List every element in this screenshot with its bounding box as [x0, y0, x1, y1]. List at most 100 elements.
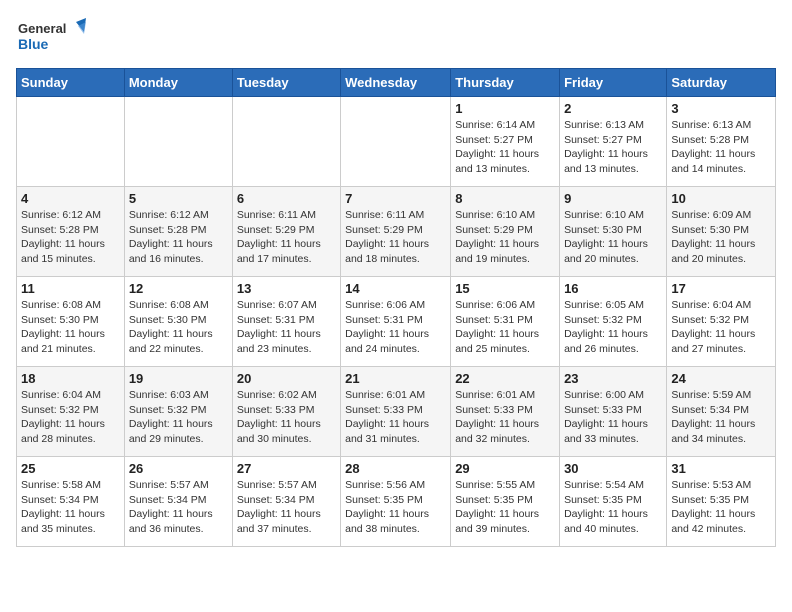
calendar-cell: 16 Sunrise: 6:05 AM Sunset: 5:32 PM Dayli… [560, 277, 667, 367]
calendar-cell [124, 97, 232, 187]
day-info: Sunrise: 5:58 AM Sunset: 5:34 PM Dayligh… [21, 478, 120, 537]
calendar-cell: 6 Sunrise: 6:11 AM Sunset: 5:29 PM Daylig… [232, 187, 340, 277]
day-number: 13 [237, 281, 336, 296]
calendar-cell: 27Sunrise: 5:57 AM Sunset: 5:34 PM Dayli… [232, 457, 340, 547]
calendar-cell: 18 Sunrise: 6:04 AM Sunset: 5:32 PM Dayli… [17, 367, 125, 457]
day-number: 10 [671, 191, 771, 206]
calendar-cell: 30 Sunrise: 5:54 AM Sunset: 5:35 PM Dayli… [560, 457, 667, 547]
day-number: 17 [671, 281, 771, 296]
logo-svg: General Blue [16, 16, 86, 60]
day-info: Sunrise: 6:06 AM Sunset: 5:31 PM Dayligh… [455, 298, 555, 357]
weekday-header-row: SundayMondayTuesdayWednesdayThursdayFrid… [17, 69, 776, 97]
day-number: 7 [345, 191, 446, 206]
day-info: Sunrise: 6:12 AM Sunset: 5:28 PM Dayligh… [21, 208, 120, 267]
calendar-cell: 17 Sunrise: 6:04 AM Sunset: 5:32 PM Dayli… [667, 277, 776, 367]
day-number: 31 [671, 461, 771, 476]
day-number: 1 [455, 101, 555, 116]
day-number: 24 [671, 371, 771, 386]
weekday-header-tuesday: Tuesday [232, 69, 340, 97]
calendar-cell: 9 Sunrise: 6:10 AM Sunset: 5:30 PM Daylig… [560, 187, 667, 277]
weekday-header-monday: Monday [124, 69, 232, 97]
day-number: 21 [345, 371, 446, 386]
day-number: 6 [237, 191, 336, 206]
day-number: 26 [129, 461, 228, 476]
calendar-table: SundayMondayTuesdayWednesdayThursdayFrid… [16, 68, 776, 547]
day-info: Sunrise: 6:13 AM Sunset: 5:28 PM Dayligh… [671, 118, 771, 177]
day-number: 16 [564, 281, 662, 296]
day-number: 18 [21, 371, 120, 386]
calendar-cell: 1 Sunrise: 6:14 AM Sunset: 5:27 PM Daylig… [451, 97, 560, 187]
calendar-cell: 20Sunrise: 6:02 AM Sunset: 5:33 PM Dayli… [232, 367, 340, 457]
day-number: 28 [345, 461, 446, 476]
day-number: 29 [455, 461, 555, 476]
day-number: 19 [129, 371, 228, 386]
calendar-cell: 25 Sunrise: 5:58 AM Sunset: 5:34 PM Dayli… [17, 457, 125, 547]
page-header: General Blue [16, 16, 776, 60]
calendar-cell [232, 97, 340, 187]
calendar-cell: 4 Sunrise: 6:12 AM Sunset: 5:28 PM Daylig… [17, 187, 125, 277]
day-info: Sunrise: 5:59 AM Sunset: 5:34 PM Dayligh… [671, 388, 771, 447]
calendar-cell: 26 Sunrise: 5:57 AM Sunset: 5:34 PM Dayli… [124, 457, 232, 547]
day-info: Sunrise: 5:56 AM Sunset: 5:35 PM Dayligh… [345, 478, 446, 537]
calendar-week-row: 18 Sunrise: 6:04 AM Sunset: 5:32 PM Dayli… [17, 367, 776, 457]
calendar-cell: 23Sunrise: 6:00 AM Sunset: 5:33 PM Dayli… [560, 367, 667, 457]
calendar-cell: 13Sunrise: 6:07 AM Sunset: 5:31 PM Dayli… [232, 277, 340, 367]
calendar-cell: 8 Sunrise: 6:10 AM Sunset: 5:29 PM Daylig… [451, 187, 560, 277]
day-info: Sunrise: 6:08 AM Sunset: 5:30 PM Dayligh… [129, 298, 228, 357]
day-info: Sunrise: 6:13 AM Sunset: 5:27 PM Dayligh… [564, 118, 662, 177]
day-number: 9 [564, 191, 662, 206]
day-number: 20 [237, 371, 336, 386]
day-info: Sunrise: 6:14 AM Sunset: 5:27 PM Dayligh… [455, 118, 555, 177]
day-info: Sunrise: 6:08 AM Sunset: 5:30 PM Dayligh… [21, 298, 120, 357]
day-info: Sunrise: 6:09 AM Sunset: 5:30 PM Dayligh… [671, 208, 771, 267]
day-info: Sunrise: 6:12 AM Sunset: 5:28 PM Dayligh… [129, 208, 228, 267]
weekday-header-saturday: Saturday [667, 69, 776, 97]
logo: General Blue [16, 16, 86, 60]
day-info: Sunrise: 6:04 AM Sunset: 5:32 PM Dayligh… [671, 298, 771, 357]
calendar-cell: 2 Sunrise: 6:13 AM Sunset: 5:27 PM Daylig… [560, 97, 667, 187]
day-number: 30 [564, 461, 662, 476]
calendar-cell: 28 Sunrise: 5:56 AM Sunset: 5:35 PM Dayli… [341, 457, 451, 547]
svg-text:General: General [18, 21, 66, 36]
calendar-cell: 19 Sunrise: 6:03 AM Sunset: 5:32 PM Dayli… [124, 367, 232, 457]
day-info: Sunrise: 5:53 AM Sunset: 5:35 PM Dayligh… [671, 478, 771, 537]
calendar-cell: 3 Sunrise: 6:13 AM Sunset: 5:28 PM Daylig… [667, 97, 776, 187]
calendar-week-row: 25 Sunrise: 5:58 AM Sunset: 5:34 PM Dayli… [17, 457, 776, 547]
weekday-header-wednesday: Wednesday [341, 69, 451, 97]
day-info: Sunrise: 6:05 AM Sunset: 5:32 PM Dayligh… [564, 298, 662, 357]
day-number: 2 [564, 101, 662, 116]
calendar-cell [17, 97, 125, 187]
day-info: Sunrise: 6:11 AM Sunset: 5:29 PM Dayligh… [237, 208, 336, 267]
day-number: 3 [671, 101, 771, 116]
day-number: 8 [455, 191, 555, 206]
day-info: Sunrise: 6:01 AM Sunset: 5:33 PM Dayligh… [345, 388, 446, 447]
day-number: 12 [129, 281, 228, 296]
calendar-week-row: 4 Sunrise: 6:12 AM Sunset: 5:28 PM Daylig… [17, 187, 776, 277]
day-info: Sunrise: 6:00 AM Sunset: 5:33 PM Dayligh… [564, 388, 662, 447]
calendar-cell: 29Sunrise: 5:55 AM Sunset: 5:35 PM Dayli… [451, 457, 560, 547]
calendar-cell: 12 Sunrise: 6:08 AM Sunset: 5:30 PM Dayli… [124, 277, 232, 367]
calendar-cell: 11Sunrise: 6:08 AM Sunset: 5:30 PM Dayli… [17, 277, 125, 367]
calendar-cell: 14 Sunrise: 6:06 AM Sunset: 5:31 PM Dayli… [341, 277, 451, 367]
svg-text:Blue: Blue [18, 36, 49, 52]
day-number: 25 [21, 461, 120, 476]
calendar-cell: 15 Sunrise: 6:06 AM Sunset: 5:31 PM Dayli… [451, 277, 560, 367]
day-number: 27 [237, 461, 336, 476]
weekday-header-sunday: Sunday [17, 69, 125, 97]
calendar-cell: 5Sunrise: 6:12 AM Sunset: 5:28 PM Daylig… [124, 187, 232, 277]
day-info: Sunrise: 6:11 AM Sunset: 5:29 PM Dayligh… [345, 208, 446, 267]
day-info: Sunrise: 5:57 AM Sunset: 5:34 PM Dayligh… [129, 478, 228, 537]
calendar-cell: 7 Sunrise: 6:11 AM Sunset: 5:29 PM Daylig… [341, 187, 451, 277]
calendar-cell: 21 Sunrise: 6:01 AM Sunset: 5:33 PM Dayli… [341, 367, 451, 457]
day-info: Sunrise: 5:54 AM Sunset: 5:35 PM Dayligh… [564, 478, 662, 537]
calendar-cell [341, 97, 451, 187]
day-number: 14 [345, 281, 446, 296]
day-info: Sunrise: 6:04 AM Sunset: 5:32 PM Dayligh… [21, 388, 120, 447]
day-info: Sunrise: 6:10 AM Sunset: 5:29 PM Dayligh… [455, 208, 555, 267]
day-info: Sunrise: 6:06 AM Sunset: 5:31 PM Dayligh… [345, 298, 446, 357]
day-number: 15 [455, 281, 555, 296]
day-info: Sunrise: 6:03 AM Sunset: 5:32 PM Dayligh… [129, 388, 228, 447]
day-info: Sunrise: 6:10 AM Sunset: 5:30 PM Dayligh… [564, 208, 662, 267]
day-number: 4 [21, 191, 120, 206]
weekday-header-friday: Friday [560, 69, 667, 97]
